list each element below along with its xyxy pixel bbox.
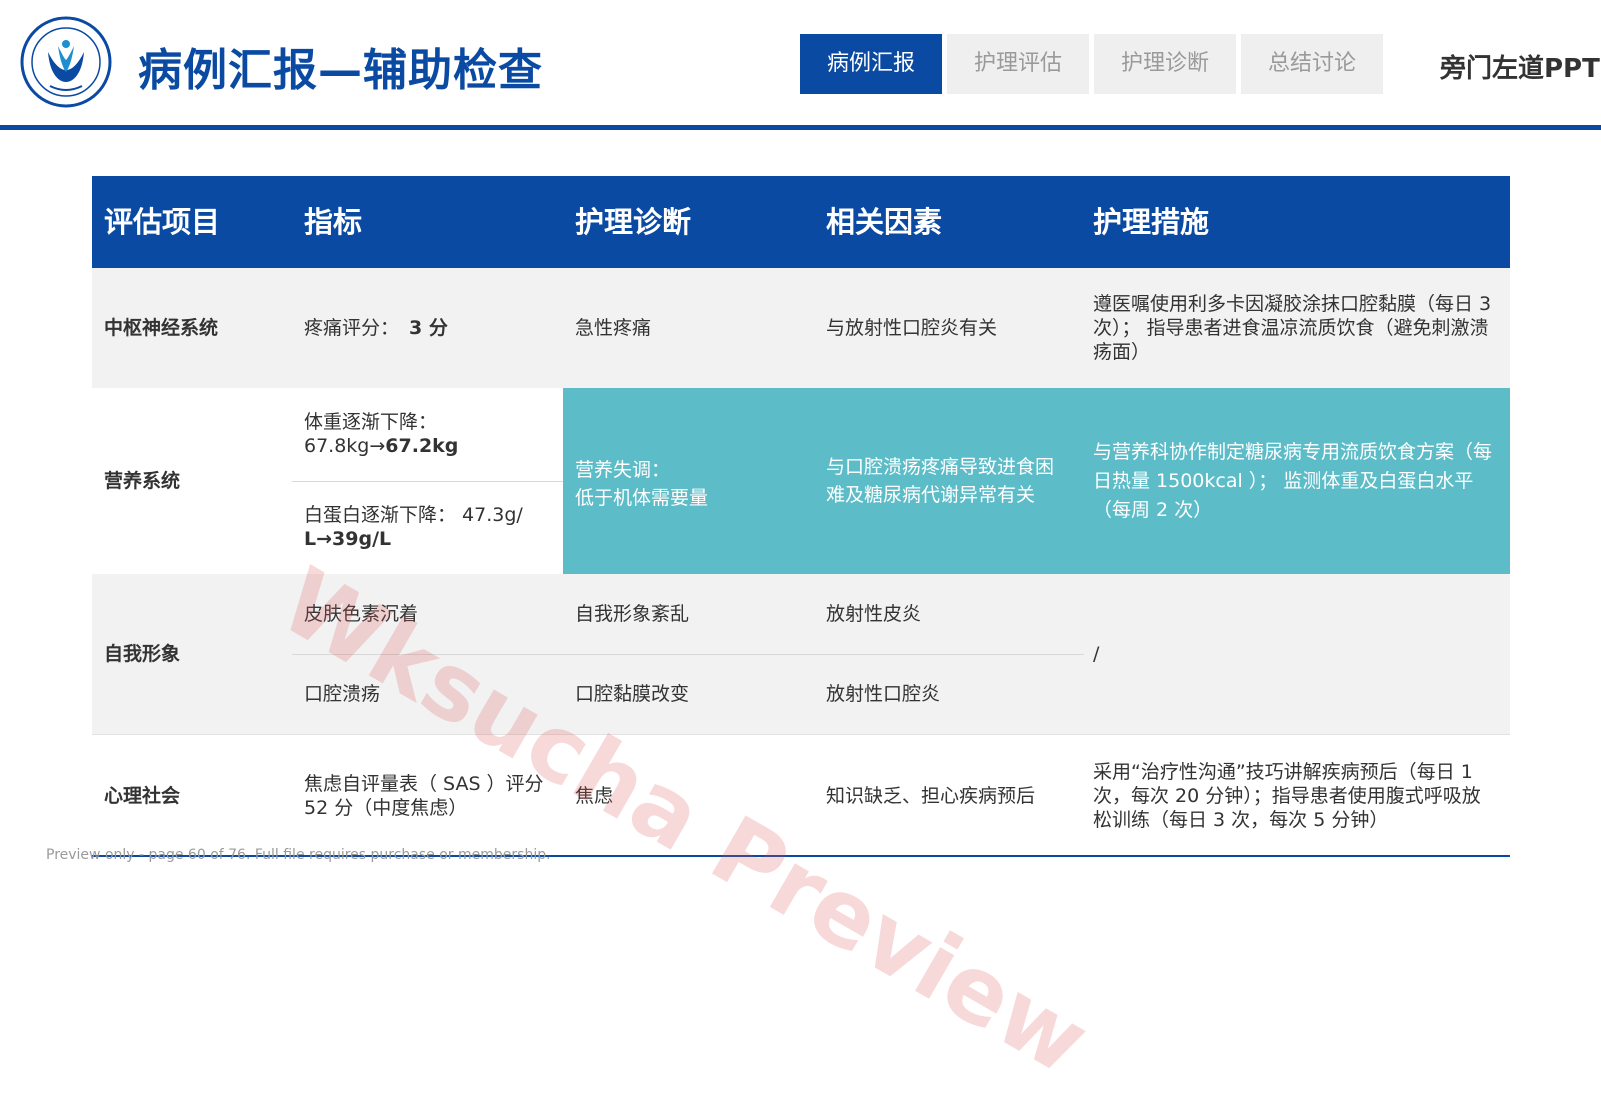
related-factor: 放射性口腔炎	[826, 683, 941, 705]
table-row: 自我形象 皮肤色素沉着 自我形象紊乱 放射性皮炎 口腔溃疡 口腔黏膜改变 放射性…	[92, 574, 1510, 734]
brand-name: 旁门左道PPT	[1440, 54, 1600, 84]
assessment-item: 心理社会	[104, 785, 181, 807]
nursing-diagnosis: 口腔黏膜改变	[575, 683, 690, 705]
nursing-measure: /	[1093, 643, 1100, 665]
indicator-weight-label: 体重逐渐下降：	[304, 411, 438, 433]
indicator-weight-from: 67.8kg→	[304, 435, 386, 457]
related-factor: 知识缺乏、担心疾病预后	[826, 785, 1036, 807]
nav-tabs: 病例汇报 护理评估 护理诊断 总结讨论	[800, 34, 1383, 94]
header-indicator: 指标	[304, 205, 363, 239]
diagnosis-line: 营养失调：	[575, 459, 671, 481]
header-assessment-item: 评估项目	[104, 205, 221, 239]
indicator-value: 3 分	[409, 317, 448, 339]
slide-header: 病例汇报—辅助检查 病例汇报 护理评估 护理诊断 总结讨论 旁门左道PPT	[0, 0, 1601, 130]
indicator-albumin-to: L→39g/L	[304, 528, 392, 550]
indicator-cell: 疼痛评分： 3 分	[304, 268, 448, 388]
assessment-item: 自我形象	[104, 643, 181, 665]
indicator-label: 疼痛评分：	[304, 317, 400, 339]
related-factor: 与口腔溃疡疼痛导致进食困难及糖尿病代谢异常有关	[826, 456, 1055, 506]
page-title: 病例汇报—辅助检查	[138, 45, 543, 96]
indicator-cell: 焦虑自评量表（ SAS ）评分 52 分（中度焦虑）	[304, 773, 544, 819]
tab-summary-discussion[interactable]: 总结讨论	[1241, 34, 1383, 94]
nursing-diagnosis: 急性疼痛	[575, 317, 652, 339]
header-divider	[0, 125, 1601, 130]
related-factor: 与放射性口腔炎有关	[826, 317, 998, 339]
indicator-cell: 口腔溃疡	[304, 683, 381, 705]
header-nursing-measures: 护理措施	[1093, 205, 1210, 239]
assessment-item: 营养系统	[104, 470, 181, 492]
nursing-diagnosis: 营养失调： 低于机体需要量	[575, 456, 708, 512]
assessment-item: 中枢神经系统	[104, 317, 219, 339]
nursing-diagnosis: 自我形象紊乱	[575, 603, 690, 625]
nursing-measure: 采用“治疗性沟通”技巧讲解疾病预后（每日 1 次，每次 20 分钟）；指导患者使…	[1093, 761, 1481, 831]
preview-note: Preview only - page 60 of 76. Full file …	[46, 847, 551, 863]
indicator-weight: 体重逐渐下降： 67.8kg→67.2kg	[304, 410, 544, 458]
indicator-albumin: 白蛋白逐渐下降： 47.3g/ L→39g/L	[304, 503, 544, 551]
table-row: 营养系统 体重逐渐下降： 67.8kg→67.2kg 白蛋白逐渐下降： 47.3…	[92, 388, 1510, 574]
nursing-diagnosis: 焦虑	[575, 785, 614, 807]
diagnosis-line: 低于机体需要量	[575, 487, 709, 509]
indicator-albumin-label: 白蛋白逐渐下降： 47.3g/	[304, 504, 523, 526]
tab-nursing-diagnosis[interactable]: 护理诊断	[1094, 34, 1236, 94]
related-factor: 放射性皮炎	[826, 603, 922, 625]
cell-divider	[292, 481, 563, 482]
indicator-cell: 皮肤色素沉着	[304, 603, 419, 625]
header-nursing-diagnosis: 护理诊断	[575, 205, 692, 239]
nursing-measure: 遵医嘱使用利多卡因凝胶涂抹口腔黏膜（每日 3 次）； 指导患者进食温凉流质饮食（…	[1093, 293, 1492, 363]
tab-nursing-assessment[interactable]: 护理评估	[947, 34, 1089, 94]
table-row: 心理社会 焦虑自评量表（ SAS ）评分 52 分（中度焦虑） 焦虑 知识缺乏、…	[92, 734, 1510, 857]
hospital-logo-icon	[20, 16, 112, 108]
assessment-table: 评估项目 指标 护理诊断 相关因素 护理措施 中枢神经系统 疼痛评分： 3 分 …	[92, 176, 1510, 857]
tab-case-report[interactable]: 病例汇报	[800, 34, 942, 94]
nursing-measure: 与营养科协作制定糖尿病专用流质饮食方案（每日热量 1500kcal ）； 监测体…	[1093, 440, 1493, 521]
table-row: 中枢神经系统 疼痛评分： 3 分 急性疼痛 与放射性口腔炎有关 遵医嘱使用利多卡…	[92, 268, 1510, 388]
indicator-weight-to: 67.2kg	[385, 435, 459, 457]
table-header-row: 评估项目 指标 护理诊断 相关因素 护理措施	[92, 176, 1510, 268]
header-related-factors: 相关因素	[826, 205, 943, 239]
